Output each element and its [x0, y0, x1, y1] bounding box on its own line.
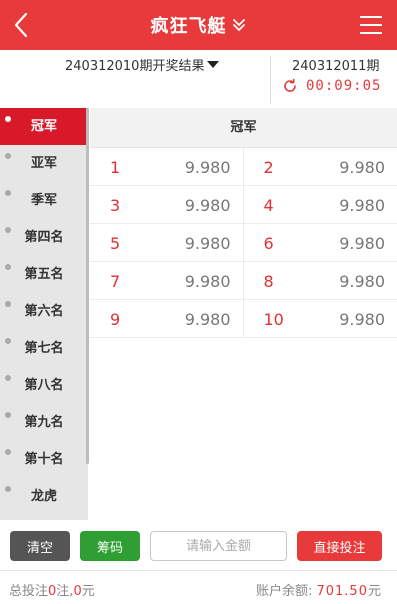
next-issue-number: 240312011期: [292, 59, 380, 74]
bullet-dot: [5, 153, 11, 159]
odds-cell-9[interactable]: 9 9.980: [90, 300, 244, 338]
page-title[interactable]: 疯狂飞艇: [151, 12, 227, 38]
top-header: 疯狂飞艇: [0, 0, 397, 50]
odds-value: 9.980: [184, 158, 231, 177]
bullet-dot: [5, 375, 11, 381]
total-amount: 0: [73, 584, 82, 599]
chip-button[interactable]: 筹码: [80, 531, 140, 561]
ball-number: 9: [110, 310, 121, 329]
sidebar-item-fifth[interactable]: 第五名: [0, 256, 88, 293]
sidebar-item-sixth[interactable]: 第六名: [0, 293, 88, 330]
sidebar-item-label: 季军: [30, 193, 57, 208]
bullet-dot: [5, 227, 11, 233]
clear-button[interactable]: 清空: [10, 531, 70, 561]
odds-cell-2[interactable]: 2 9.980: [243, 148, 397, 186]
ball-number: 8: [263, 272, 274, 291]
category-sidebar: 冠军 亚军 季军 第四名 第五名 第六名 第七名 第八名 第九名 第十名 龙虎: [0, 108, 88, 520]
sidebar-item-third[interactable]: 季军: [0, 182, 88, 219]
sidebar-item-tenth[interactable]: 第十名: [0, 441, 88, 478]
countdown: 00:09:05: [282, 78, 381, 94]
sidebar-item-label: 龙虎: [30, 489, 57, 504]
sidebar-item-label: 第十名: [24, 452, 64, 467]
sidebar-item-seventh[interactable]: 第七名: [0, 330, 88, 367]
total-prefix: 总投注: [9, 584, 49, 599]
app-root: 疯狂飞艇 240312010期开奖结果 240312011期 00:09:05: [0, 0, 397, 604]
bullet-dot: [5, 412, 11, 418]
odds-value: 9.980: [184, 234, 231, 253]
ball-number: 6: [263, 234, 274, 253]
menu-icon[interactable]: [359, 14, 383, 36]
ball-number: 10: [263, 310, 284, 329]
bullet-dot: [5, 449, 11, 455]
place-bet-button[interactable]: 直接投注: [297, 531, 382, 561]
ball-number: 4: [263, 196, 274, 215]
sidebar-item-dragon-tiger[interactable]: 龙虎: [0, 478, 88, 515]
odds-value: 9.980: [339, 196, 385, 215]
odds-value: 9.980: [339, 272, 385, 291]
odds-grid: 1 9.980 2 9.980 3 9.980 4 9.980 5 9.980 …: [90, 148, 397, 338]
sidebar-item-runner-up[interactable]: 亚军: [0, 145, 88, 182]
sidebar-scrollbar[interactable]: [86, 108, 89, 464]
bullet-dot: [5, 301, 11, 307]
amount-input[interactable]: [150, 531, 287, 561]
caret-down-icon: [207, 61, 220, 68]
summary-footer: 总投注0注,0元 账户余额: 701.50元: [0, 570, 397, 604]
bullet-dot: [5, 486, 11, 492]
odds-cell-8[interactable]: 8 9.980: [243, 262, 397, 300]
title-area[interactable]: 疯狂飞艇: [0, 0, 397, 50]
sidebar-item-label: 第八名: [24, 378, 64, 393]
ball-number: 7: [110, 272, 121, 291]
balance-suffix: 元: [367, 584, 381, 599]
divider: [270, 56, 271, 104]
sidebar-item-label: 第四名: [24, 230, 64, 245]
sidebar-item-eighth[interactable]: 第八名: [0, 367, 88, 404]
odds-cell-6[interactable]: 6 9.980: [243, 224, 397, 262]
section-title: 冠军: [90, 108, 397, 148]
double-chevron-down-icon[interactable]: [231, 17, 247, 33]
odds-cell-10[interactable]: 10 9.980: [243, 300, 397, 338]
bullet-dot: [5, 338, 11, 344]
ball-number: 3: [110, 196, 121, 215]
prev-result-toggle[interactable]: 240312010期开奖结果: [65, 55, 220, 74]
bullet-dot: [5, 264, 11, 270]
odds-cell-5[interactable]: 5 9.980: [90, 224, 244, 262]
bullet-dot: [5, 190, 11, 196]
odds-value: 9.980: [339, 310, 385, 329]
account-balance: 账户余额: 701.50元: [256, 580, 381, 599]
odds-cell-4[interactable]: 4 9.980: [243, 186, 397, 224]
odds-value: 9.980: [339, 234, 385, 253]
balance-label: 账户余额:: [255, 584, 313, 599]
refresh-icon[interactable]: [282, 78, 298, 94]
total-suffix: 元: [81, 584, 95, 599]
prev-result-label: 240312010期开奖结果: [65, 59, 205, 74]
total-mid: 注,: [56, 584, 74, 599]
sidebar-item-label: 第五名: [24, 267, 64, 282]
countdown-timer: 00:09:05: [306, 78, 382, 94]
issue-info-bar: 240312010期开奖结果 240312011期 00:09:05: [0, 50, 397, 106]
sidebar-item-label: 冠军: [30, 119, 57, 134]
sidebar-item-champion[interactable]: 冠军: [0, 108, 88, 145]
sidebar-item-label: 第九名: [24, 415, 64, 430]
sidebar-item-label: 第七名: [24, 341, 64, 356]
odds-value: 9.980: [339, 158, 385, 177]
odds-value: 9.980: [184, 310, 231, 329]
odds-cell-1[interactable]: 1 9.980: [90, 148, 244, 186]
sidebar-item-label: 亚军: [30, 156, 57, 171]
sidebar-item-label: 第六名: [24, 304, 64, 319]
ball-number: 1: [110, 158, 121, 177]
sidebar-item-ninth[interactable]: 第九名: [0, 404, 88, 441]
balance-value: 701.50: [316, 584, 368, 599]
total-bet-summary: 总投注0注,0元: [9, 580, 95, 599]
ball-number: 5: [110, 234, 121, 253]
odds-panel: 冠军 1 9.980 2 9.980 3 9.980 4 9.980 5 9.9…: [90, 108, 397, 520]
odds-value: 9.980: [184, 196, 231, 215]
sidebar-item-fourth[interactable]: 第四名: [0, 219, 88, 256]
bet-action-bar: 清空 筹码 直接投注: [0, 520, 397, 570]
bullet-dot: [5, 116, 11, 122]
odds-cell-7[interactable]: 7 9.980: [90, 262, 244, 300]
odds-value: 9.980: [184, 272, 231, 291]
odds-cell-3[interactable]: 3 9.980: [90, 186, 244, 224]
ball-number: 2: [263, 158, 274, 177]
